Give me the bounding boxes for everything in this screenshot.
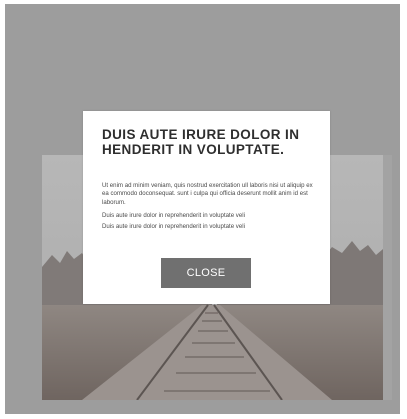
side-strip [383,155,392,400]
close-button[interactable]: CLOSE [161,258,251,288]
modal-line-2: Duis aute irure dolor in reprehenderit i… [102,222,245,230]
modal-body: Ut enim ad minim veniam, quis nostrud ex… [102,182,318,231]
modal-paragraph: Ut enim ad minim veniam, quis nostrud ex… [102,182,313,206]
modal-title: DUIS AUTE IRURE DOLOR IN HENDERIT IN VOL… [102,127,300,157]
modal-line-1: Duis aute irure dolor in reprehenderit i… [102,212,245,220]
page: DUIS AUTE IRURE DOLOR IN HENDERIT IN VOL… [0,0,407,419]
modal-dialog: DUIS AUTE IRURE DOLOR IN HENDERIT IN VOL… [83,111,330,304]
